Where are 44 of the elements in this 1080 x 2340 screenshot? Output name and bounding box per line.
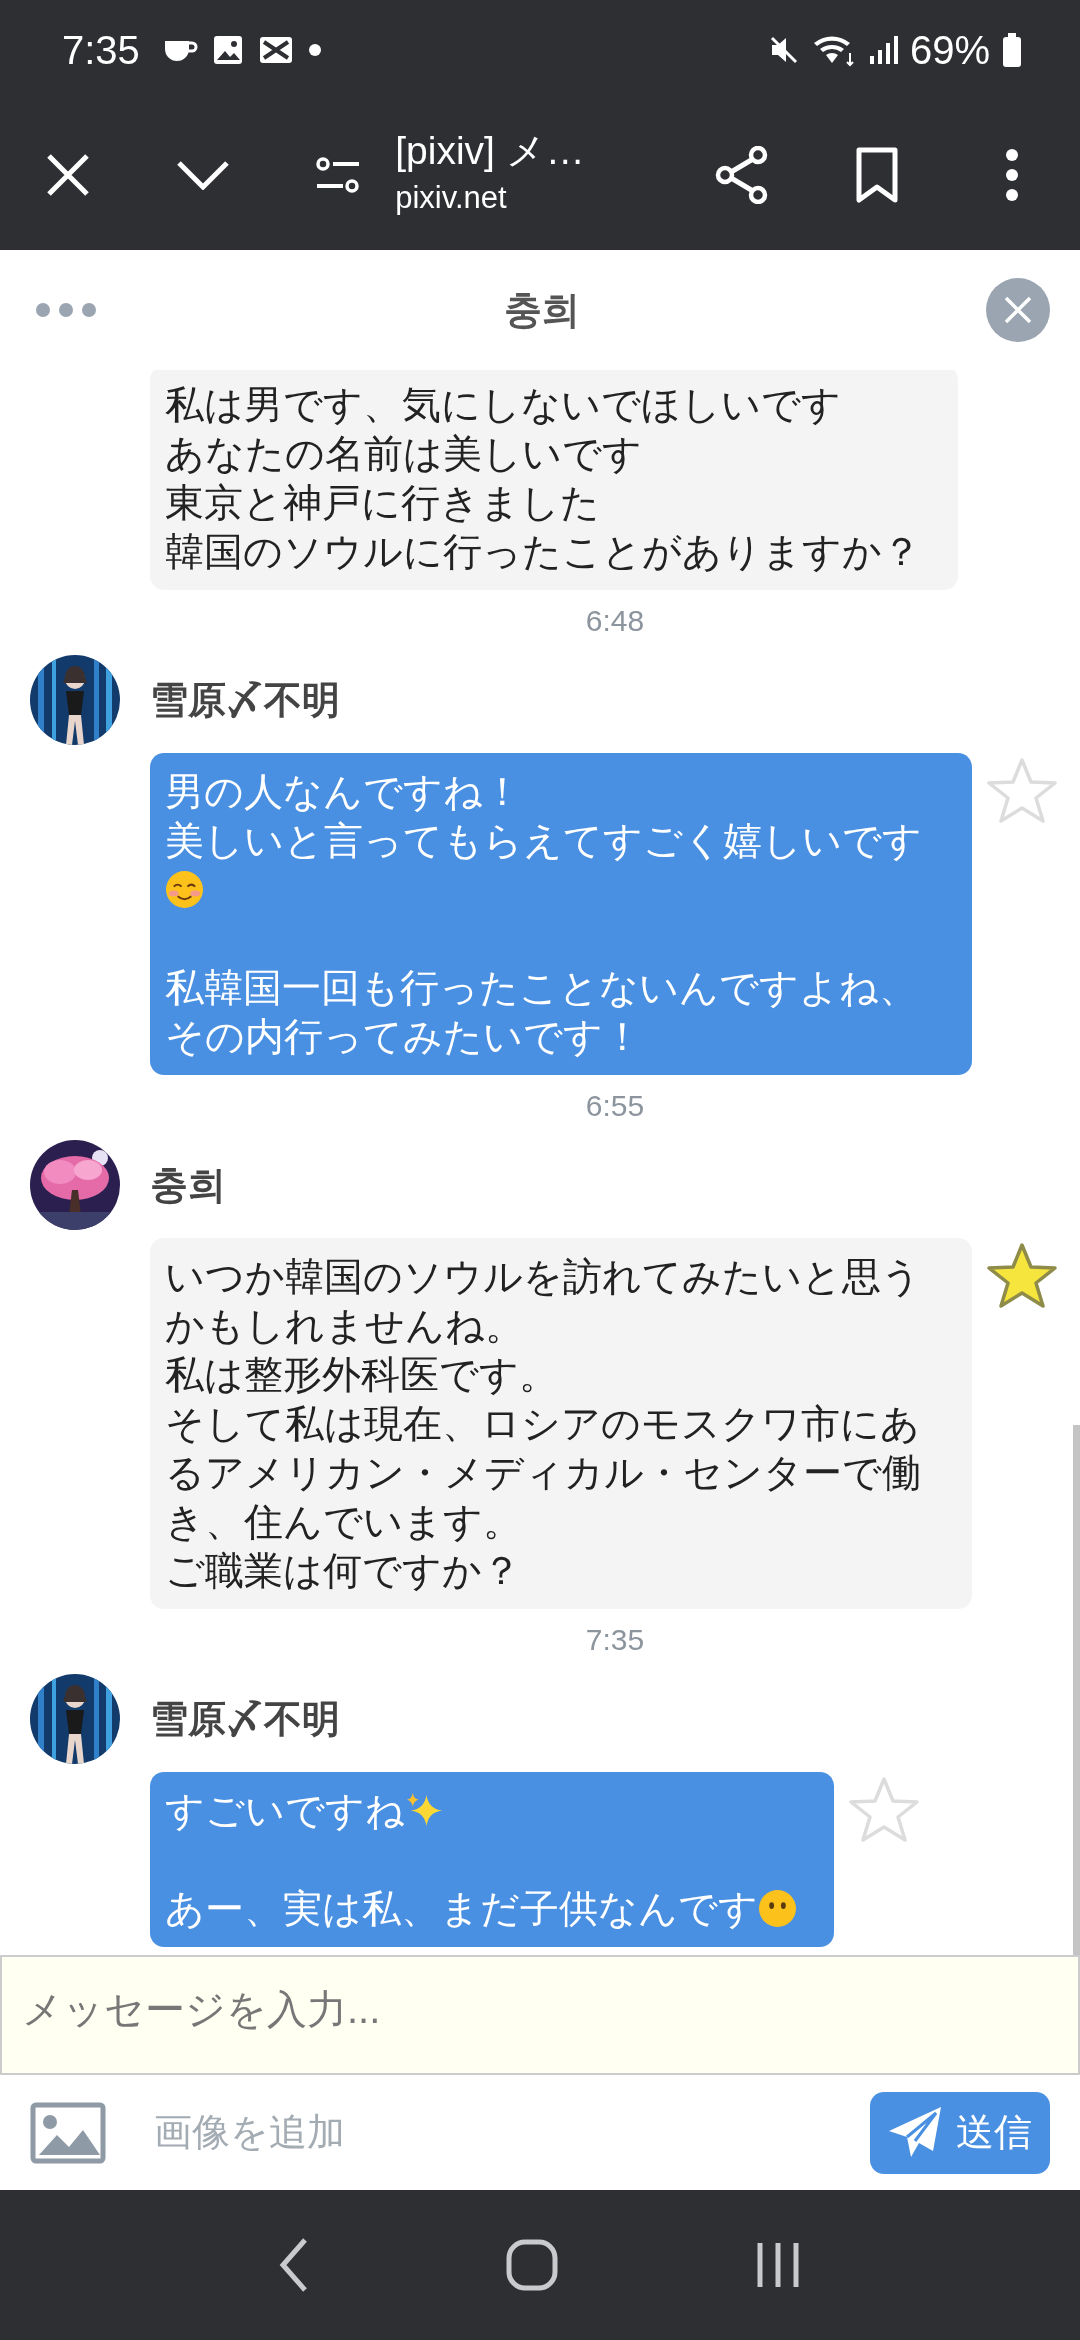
image-icon xyxy=(211,34,244,66)
battery-icon xyxy=(1002,33,1022,67)
message-input[interactable]: メッセージを入力... xyxy=(0,1955,1080,2075)
message-text: 韓国のソウルに行ったことがありますか？ xyxy=(165,530,921,573)
image-icon[interactable] xyxy=(30,2101,106,2164)
close-icon xyxy=(1003,295,1033,325)
chat-title: 충희 xyxy=(503,287,580,333)
notification-dot-icon xyxy=(307,43,322,57)
scrollbar[interactable] xyxy=(1073,1425,1080,1955)
bookmark-icon[interactable] xyxy=(855,147,900,203)
more-icon[interactable] xyxy=(1005,148,1020,202)
message-text: あー、実は私、まだ子供なんです xyxy=(165,1887,758,1930)
chevron-down-icon[interactable] xyxy=(175,160,230,190)
message-text: すごいですね xyxy=(165,1789,405,1832)
signal-icon xyxy=(867,34,898,66)
page-domain: pixiv.net xyxy=(395,179,508,218)
sender-name: 충희 xyxy=(150,1162,226,1208)
message-text: ご職業は何ですか？ xyxy=(165,1549,521,1592)
message-text: 私は整形外科医です。 xyxy=(165,1353,558,1396)
bowtie-icon xyxy=(257,35,294,65)
sender-name: 雪原〆不明 xyxy=(150,677,340,723)
clock-time: 7:35 xyxy=(62,27,140,74)
message-text: 私は男です、気にしないでほしいです xyxy=(165,383,841,426)
message-text: 男の人なんですね！ xyxy=(165,770,522,813)
message-text: そして私は現在、ロシアのモスクワ市にあるアメリカン・メディカル・センターで働き、住んでいます。 xyxy=(165,1402,921,1543)
message-time: 6:48 xyxy=(584,603,646,639)
message-text: あなたの名前は美しいです xyxy=(165,432,642,475)
message-text: 美しいと言ってもらえてすごく嬉しいです xyxy=(165,819,922,862)
send-button[interactable]: 送信 xyxy=(870,2091,1050,2174)
sender-name: 雪原〆不明 xyxy=(150,1696,340,1742)
page-title: [pixiv] メ… xyxy=(395,128,586,175)
message-text: 私韓国一回も行ったことないんですよね、 xyxy=(165,966,918,1009)
message-text: いつか韓国のソウルを訪れてみたいと思うかもしれませんね。 xyxy=(165,1255,921,1347)
battery-percent: 69% xyxy=(909,27,990,74)
message-time: 7:35 xyxy=(584,1622,646,1658)
home-icon[interactable] xyxy=(506,2239,558,2291)
recent-apps-icon[interactable] xyxy=(755,2240,802,2290)
back-icon[interactable] xyxy=(278,2237,309,2293)
message-text: その内行ってみたいです！ xyxy=(165,1015,642,1058)
settings-icon[interactable] xyxy=(314,155,361,195)
message-text: 東京と神戸に行きました xyxy=(165,481,600,524)
message-time: 6:55 xyxy=(584,1088,646,1124)
close-icon[interactable] xyxy=(44,152,91,198)
add-image-link[interactable]: 画像を追加 xyxy=(154,2104,345,2161)
